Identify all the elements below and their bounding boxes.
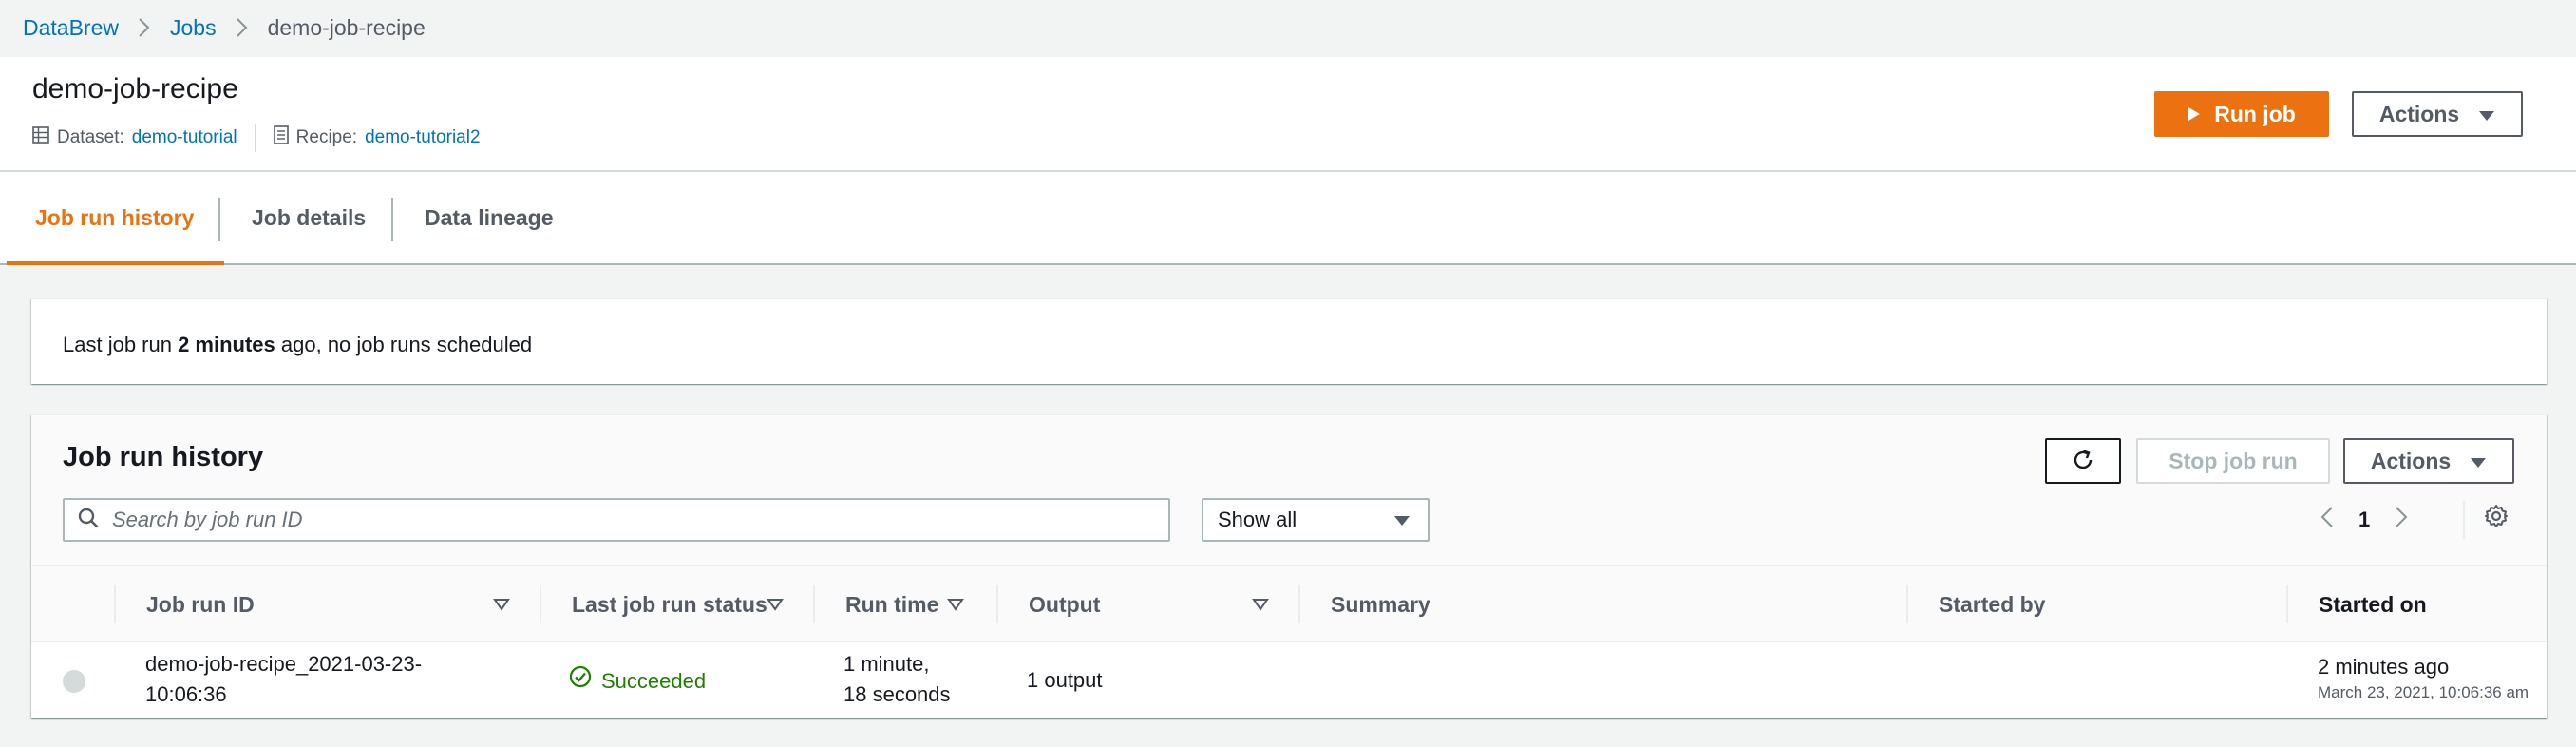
last-run-status-card: Last job run 2 minutes ago, no job runs … (31, 298, 2547, 384)
status-filter-select[interactable]: Show all (1202, 498, 1430, 542)
job-run-id-cell: demo-job-recipe_2021-03-23- 10:06:36 (145, 649, 422, 710)
check-circle-icon (569, 665, 592, 697)
started-on-cell: 2 minutes ago March 23, 2021, 10:06:36 a… (2318, 652, 2546, 703)
play-icon (2188, 102, 2201, 127)
run-time-line1: 1 minute, (843, 652, 930, 676)
column-divider (1298, 585, 1300, 623)
chevron-left-icon[interactable] (2320, 506, 2334, 534)
column-divider (114, 585, 116, 623)
run-job-label: Run job (2214, 101, 2296, 126)
stop-job-run-button[interactable]: Stop job run (2136, 438, 2330, 484)
sort-icon[interactable] (947, 566, 964, 642)
pager-divider (2463, 501, 2465, 539)
sort-icon[interactable] (1252, 566, 1269, 642)
row-select-radio[interactable] (63, 670, 85, 693)
column-divider (540, 585, 541, 623)
table-heading: Job run history (63, 442, 264, 472)
column-header-started-on[interactable]: Started on (2319, 566, 2427, 642)
column-divider (1906, 585, 1908, 623)
refresh-icon (2071, 448, 2095, 475)
chevron-right-icon (138, 17, 151, 38)
recipe-link[interactable]: demo-tutorial2 (365, 127, 480, 148)
tab-divider (391, 198, 393, 241)
search-field[interactable] (63, 498, 1170, 542)
breadcrumb: DataBrew Jobs demo-job-recipe (23, 13, 426, 42)
tab-job-run-history[interactable]: Job run history (6, 172, 225, 265)
meta-divider (254, 124, 256, 152)
column-label: Started on (2319, 591, 2427, 617)
column-header-output[interactable]: Output (1029, 566, 1100, 642)
column-header-run-time[interactable]: Run time (845, 566, 938, 642)
column-label: Job run ID (146, 591, 255, 617)
table-header-row: Job run ID Last job run status Run time … (31, 566, 2547, 642)
job-run-history-table: Job run history Stop job run Actions Sho… (31, 414, 2547, 718)
column-header-status[interactable]: Last job run status (572, 566, 767, 642)
table-actions-button[interactable]: Actions (2343, 438, 2514, 484)
status-prefix: Last job run (63, 333, 179, 356)
caret-down-icon (2478, 102, 2495, 127)
status-text: Succeeded (601, 668, 707, 693)
status-bold: 2 minutes (178, 333, 275, 356)
dataset-link[interactable]: demo-tutorial (132, 127, 237, 148)
started-on-relative: 2 minutes ago (2318, 655, 2450, 679)
column-label: Run time (845, 591, 939, 617)
sort-icon[interactable] (767, 566, 784, 642)
run-time-cell: 1 minute, 18 seconds (843, 649, 951, 710)
breadcrumb-current: demo-job-recipe (267, 14, 426, 40)
run-time-line2: 18 seconds (843, 682, 951, 706)
table-toolbar: Job run history Stop job run Actions Sho… (31, 415, 2547, 566)
column-divider (813, 585, 815, 623)
pagination: 1 (2320, 501, 2408, 539)
recipe-info: Recipe: demo-tutorial2 (273, 125, 481, 150)
document-icon (273, 125, 289, 150)
table-icon (32, 126, 49, 149)
caret-down-icon (2470, 449, 2487, 474)
job-meta: Dataset: demo-tutorial Recipe: demo-tuto… (32, 124, 481, 152)
page-title: demo-job-recipe (32, 73, 238, 105)
column-divider (996, 585, 998, 623)
tab-divider (218, 198, 220, 241)
column-label: Last job run status (572, 591, 767, 617)
column-label: Summary (1331, 591, 1430, 617)
gear-icon[interactable] (2483, 503, 2510, 534)
chevron-right-icon[interactable] (2395, 506, 2408, 534)
recipe-label: Recipe: (295, 127, 358, 147)
tab-bar: Job run history Job details Data lineage (0, 172, 2576, 265)
chevron-right-icon (236, 17, 249, 38)
header-actions-button[interactable]: Actions (2352, 91, 2523, 137)
search-icon (78, 508, 99, 533)
column-header-job-run-id[interactable]: Job run ID (146, 566, 255, 642)
filter-value: Show all (1218, 508, 1297, 531)
tab-job-details[interactable]: Job details (252, 172, 366, 263)
actions-label: Actions (2378, 101, 2460, 126)
status-suffix: ago, no job runs scheduled (275, 333, 533, 356)
dataset-label: Dataset: (57, 127, 124, 147)
status-cell: Succeeded (569, 665, 706, 697)
last-run-status-text: Last job run 2 minutes ago, no job runs … (63, 333, 532, 357)
column-header-started-by: Started by (1939, 566, 2045, 642)
tab-data-lineage[interactable]: Data lineage (425, 172, 554, 263)
page-header: demo-job-recipe Dataset: demo-tutorial R… (0, 57, 2576, 172)
page-number[interactable]: 1 (2358, 508, 2370, 532)
breadcrumb-databrew[interactable]: DataBrew (23, 15, 119, 41)
column-label: Output (1029, 591, 1101, 617)
table-row[interactable]: demo-job-recipe_2021-03-23- 10:06:36 Suc… (31, 642, 2547, 718)
actions-label: Actions (2370, 448, 2452, 473)
started-on-timestamp: March 23, 2021, 10:06:36 am (2318, 683, 2529, 701)
column-divider (2286, 585, 2288, 623)
run-job-button[interactable]: Run job (2154, 91, 2329, 137)
dataset-info: Dataset: demo-tutorial (32, 126, 237, 149)
caret-down-icon (1393, 508, 1411, 532)
column-header-summary: Summary (1331, 566, 1430, 642)
job-run-id-line1: demo-job-recipe_2021-03-23- (145, 652, 423, 676)
job-run-id-line2: 10:06:36 (145, 682, 227, 706)
output-link[interactable]: 1 output (1027, 665, 1103, 696)
refresh-button[interactable] (2045, 438, 2121, 484)
column-label: Started by (1939, 591, 2046, 617)
search-input[interactable] (112, 508, 1138, 532)
sort-icon[interactable] (493, 566, 510, 642)
breadcrumb-jobs[interactable]: Jobs (170, 15, 217, 41)
